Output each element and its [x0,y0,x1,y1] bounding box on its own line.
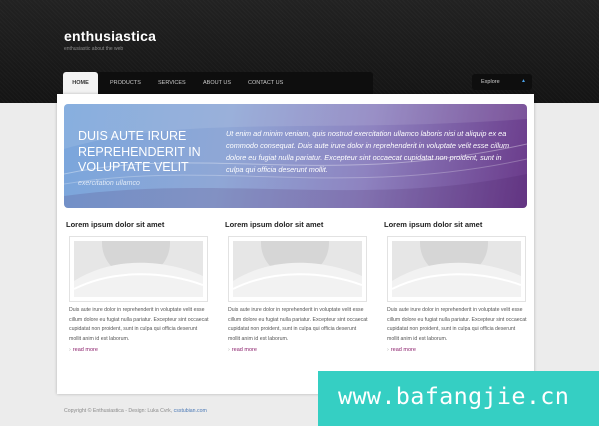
nav-item-products[interactable]: PRODUCTS [110,72,141,94]
feature-column: Lorem ipsum dolor sit amet Duis aute iru… [384,220,527,353]
main-nav: HOME PRODUCTS SERVICES ABOUT US CONTACT … [63,72,373,94]
read-more-label: read more [72,347,98,353]
read-more-label: read more [231,347,257,353]
footer-link[interactable]: csstubian.com [174,408,207,414]
site-tagline: enthusiastic about the web [64,46,124,52]
footer-copyright: Copyright © Enthusiastica - Design: Luka… [64,408,173,414]
arrow-right-icon: › [69,347,71,353]
hero-banner: DUIS AUTE IRURE REPREHENDERIT IN VOLUPTA… [64,104,527,208]
feature-column: Lorem ipsum dolor sit amet Duis aute iru… [66,220,209,353]
site-header: enthusiastica enthusiastic about the web… [0,0,599,103]
banner-title: DUIS AUTE IRURE REPREHENDERIT IN VOLUPTA… [78,129,201,174]
watermark-text: www.bafangjie.cn [338,382,570,410]
read-more-link[interactable]: › read more [69,347,98,353]
arrow-right-icon: › [228,347,230,353]
banner-text: Ut enim ad minim veniam, quis nostrud ex… [226,129,510,174]
column-text: Duis aute irure dolor in reprehenderit i… [387,307,527,342]
banner-subtitle: exercitation ullamco [78,180,140,187]
watermark-banner: www.bafangjie.cn [318,371,599,426]
site-footer: Copyright © Enthusiastica - Design: Luka… [64,408,207,414]
column-thumbnail[interactable] [387,236,526,302]
column-thumbnail[interactable] [228,236,367,302]
read-more-link[interactable]: › read more [228,347,257,353]
thumbnail-image [74,241,203,297]
nav-item-contact-us[interactable]: CONTACT US [248,72,283,94]
column-thumbnail[interactable] [69,236,208,302]
column-title: Lorem ipsum dolor sit amet [66,220,165,229]
read-more-link[interactable]: › read more [387,347,416,353]
nav-item-about-us[interactable]: ABOUT US [203,72,231,94]
nav-item-home[interactable]: HOME [63,72,98,94]
thumbnail-image [392,241,521,297]
triangle-up-icon: ▲ [521,78,526,84]
explore-label: Explore [481,79,500,85]
feature-column: Lorem ipsum dolor sit amet Duis aute iru… [225,220,368,353]
read-more-label: read more [390,347,416,353]
site-logo[interactable]: enthusiastica [64,28,156,44]
nav-item-services[interactable]: SERVICES [158,72,186,94]
column-title: Lorem ipsum dolor sit amet [225,220,324,229]
thumbnail-image [233,241,362,297]
arrow-right-icon: › [387,347,389,353]
column-text: Duis aute irure dolor in reprehenderit i… [228,307,368,342]
column-text: Duis aute irure dolor in reprehenderit i… [69,307,209,342]
explore-dropdown[interactable]: Explore ▲ [472,74,532,90]
content-panel: DUIS AUTE IRURE REPREHENDERIT IN VOLUPTA… [57,94,534,394]
column-title: Lorem ipsum dolor sit amet [384,220,483,229]
